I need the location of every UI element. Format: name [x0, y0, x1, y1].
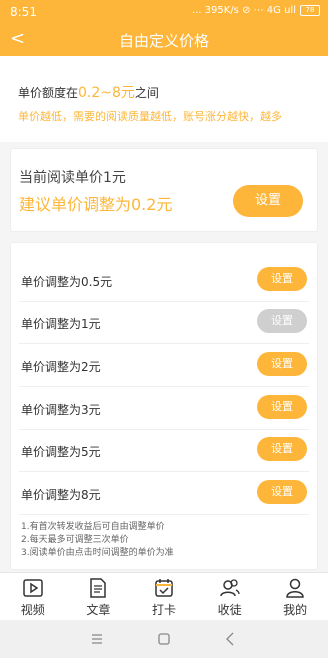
- price-option-label: 单价调整为3元: [21, 403, 101, 417]
- price-option-row: 单价调整为1元 设置: [19, 301, 309, 344]
- back-nav-icon[interactable]: [220, 628, 242, 650]
- apply-suggested-button[interactable]: 设置: [233, 185, 303, 217]
- profile-icon: [286, 578, 304, 598]
- title-bar: < 自由定义价格: [0, 24, 328, 56]
- tab-profile[interactable]: 我的: [262, 573, 328, 621]
- status-time: 8:51: [10, 5, 37, 19]
- price-option-row: 单价调整为0.5元 设置: [19, 259, 309, 302]
- price-option-label: 单价调整为1元: [21, 317, 101, 331]
- price-options-card: 单价调整为0.5元 设置 单价调整为1元 设置 单价调整为2元 设置 单价调整为…: [10, 242, 318, 570]
- rule-note: 1.有首次转发收益后可自由调整单价: [21, 522, 165, 532]
- set-price-button[interactable]: 设置: [257, 480, 307, 504]
- set-price-button-disabled[interactable]: 设置: [257, 309, 307, 333]
- range-suffix: 之间: [134, 86, 159, 100]
- status-indicators: ... 395K/s ⊘ ⋯ 4G ull 78: [192, 5, 320, 16]
- video-icon: [23, 579, 43, 597]
- checkin-icon: [155, 579, 173, 597]
- tab-label: 我的: [283, 603, 308, 617]
- intro-section: 单价额度在0.2~8元之间 单价越低，需要的阅读质量越低，账号涨分越快，越多: [0, 56, 328, 142]
- price-option-row: 单价调整为8元 设置: [19, 472, 309, 515]
- price-option-row: 单价调整为3元 设置: [19, 387, 309, 430]
- tab-label: 视频: [20, 603, 45, 617]
- page-title: 自由定义价格: [118, 32, 209, 50]
- home-icon[interactable]: [153, 628, 175, 650]
- system-nav-bar: [0, 620, 328, 658]
- tab-video[interactable]: 视频: [0, 573, 66, 621]
- rules-notes: 1.有首次转发收益后可自由调整单价 2.每天最多可调整三次单价 3.阅读单价由点…: [21, 521, 174, 560]
- rule-note: 2.每天最多可调整三次单价: [21, 535, 129, 545]
- tab-label: 文章: [86, 603, 111, 617]
- tab-label: 收徒: [217, 603, 242, 617]
- tab-apprentice[interactable]: 收徒: [197, 573, 263, 621]
- current-price-card: 当前阅读单价1元 建议单价调整为0.2元 设置: [10, 148, 318, 232]
- range-prefix: 单价额度在: [18, 86, 79, 100]
- current-price-label: 当前阅读单价1元: [19, 170, 126, 186]
- price-option-label: 单价调整为5元: [21, 445, 101, 459]
- tab-article[interactable]: 文章: [66, 573, 132, 621]
- price-description: 单价越低，需要的阅读质量越低，账号涨分越快，越多: [18, 110, 282, 123]
- price-option-row: 单价调整为5元 设置: [19, 429, 309, 472]
- price-option-label: 单价调整为0.5元: [21, 275, 113, 289]
- range-value: 0.2~8元: [78, 85, 135, 101]
- battery-icon: 78: [300, 5, 320, 16]
- apprentice-icon: [219, 579, 240, 597]
- article-icon: [90, 578, 107, 598]
- status-bar: 8:51 ... 395K/s ⊘ ⋯ 4G ull 78: [0, 0, 328, 24]
- price-range-text: 单价额度在0.2~8元之间: [18, 82, 159, 102]
- rule-note: 3.阅读单价由点击时间调整的单价为准: [21, 548, 174, 558]
- price-option-label: 单价调整为8元: [21, 488, 101, 502]
- tab-checkin[interactable]: 打卡: [131, 573, 197, 621]
- network-indicator: ... 395K/s ⊘ ⋯ 4G ull: [191, 5, 296, 16]
- suggested-price-label: 建议单价调整为0.2元: [19, 195, 173, 214]
- set-price-button[interactable]: 设置: [257, 395, 307, 419]
- price-option-row: 单价调整为2元 设置: [19, 344, 309, 387]
- set-price-button[interactable]: 设置: [257, 352, 307, 376]
- set-price-button[interactable]: 设置: [257, 267, 307, 291]
- set-price-button[interactable]: 设置: [257, 437, 307, 461]
- price-option-label: 单价调整为2元: [21, 360, 101, 374]
- bottom-tab-bar: 视频 文章 打卡 收徒 我的: [0, 572, 328, 621]
- menu-icon[interactable]: [86, 628, 108, 650]
- tab-label: 打卡: [151, 603, 176, 617]
